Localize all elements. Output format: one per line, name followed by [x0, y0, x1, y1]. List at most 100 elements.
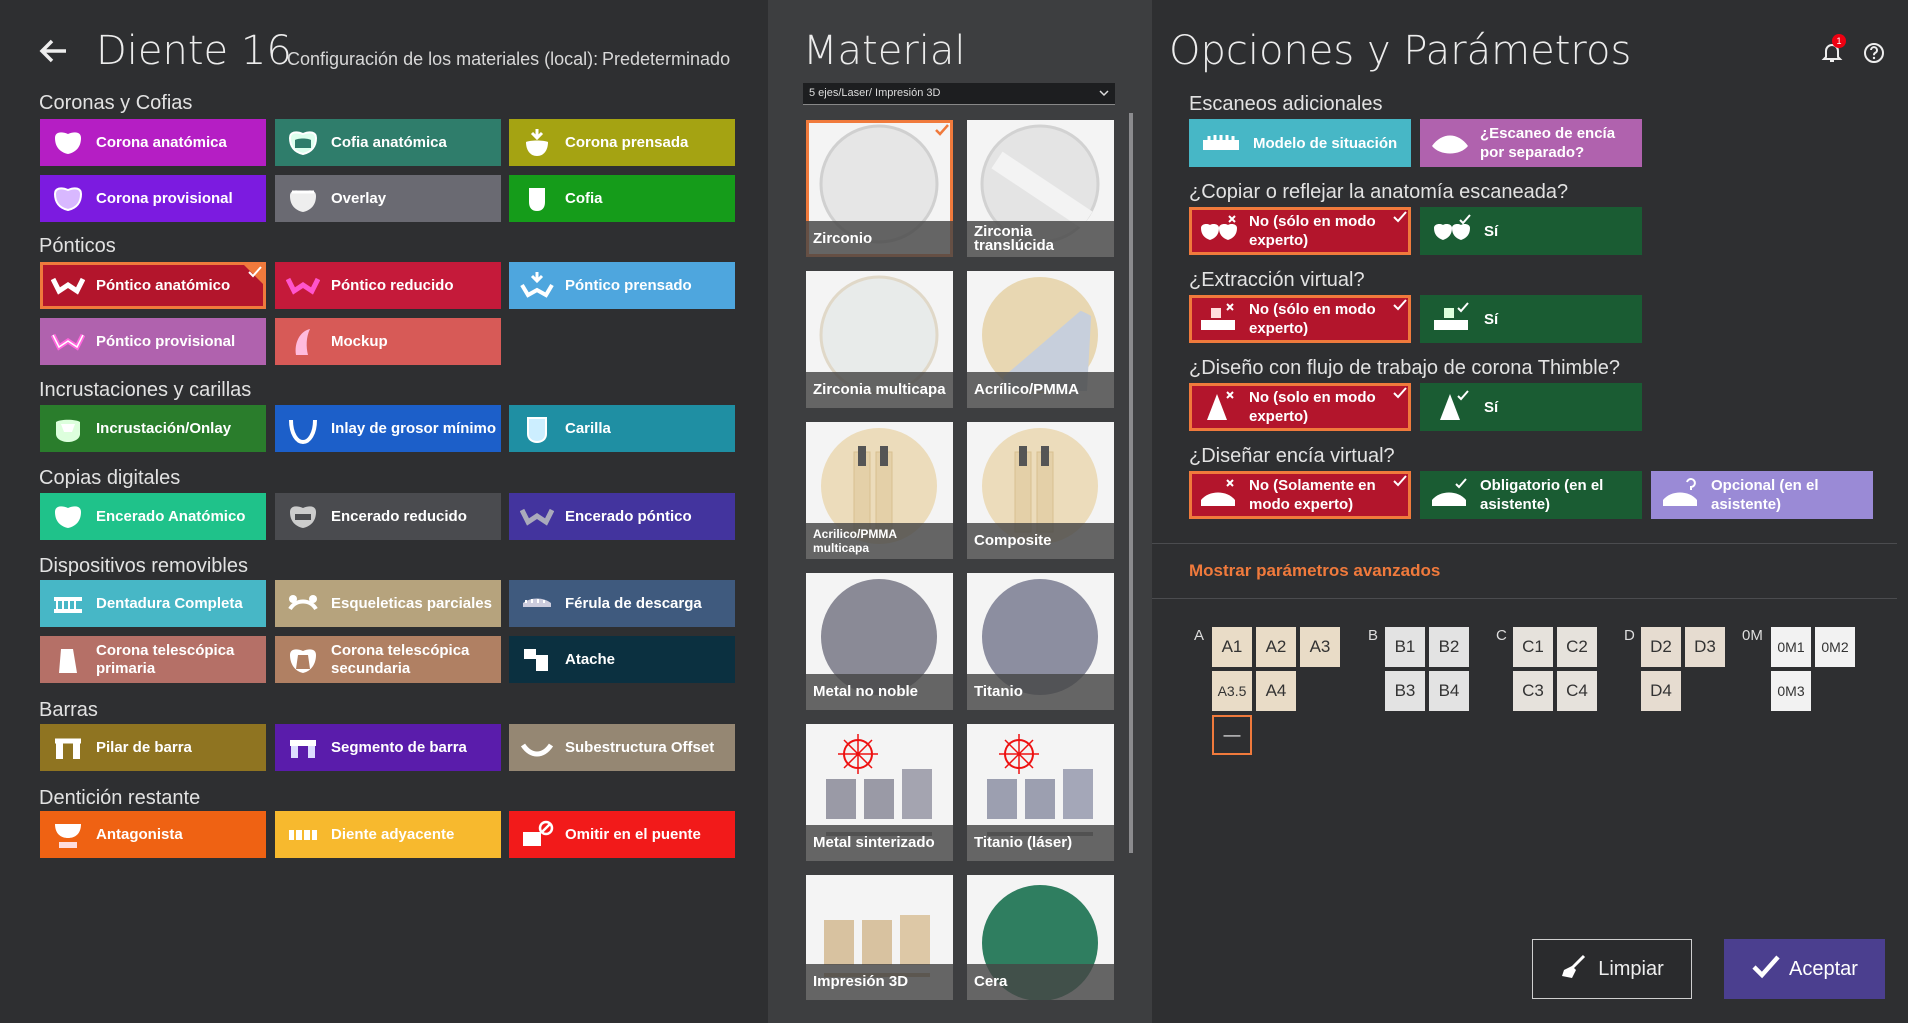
btn-pontico-reducido[interactable]: Póntico reducido [275, 262, 501, 309]
telescopic-primary-icon [48, 643, 88, 677]
shade-a3[interactable]: A3 [1300, 627, 1340, 667]
btn-incrustacion-onlay[interactable]: Incrustación/Onlay [40, 405, 266, 452]
btn-encerado-pontico[interactable]: Encerado póntico [509, 493, 735, 540]
shade-a2[interactable]: A2 [1256, 627, 1296, 667]
shade-0m1[interactable]: 0M1 [1771, 627, 1811, 667]
btn-pontico-prensado[interactable]: Póntico prensado [509, 262, 735, 309]
shade-group-d: D [1624, 627, 1635, 644]
shade-d4[interactable]: D4 [1641, 671, 1681, 711]
section-ponticos: Pónticos [39, 235, 116, 257]
accept-button[interactable]: Aceptar [1724, 939, 1885, 999]
shade-c2[interactable]: C2 [1557, 627, 1597, 667]
shade-b4[interactable]: B4 [1429, 671, 1469, 711]
tile-impresion-3d[interactable]: Impresión 3D [806, 875, 953, 1000]
back-arrow-icon[interactable] [36, 34, 70, 68]
adjacent-tooth-icon [283, 818, 323, 852]
tile-titanio-laser[interactable]: Titanio (láser) [967, 724, 1114, 861]
scrollbar[interactable] [1129, 113, 1133, 853]
btn-gingiva-obligatorio[interactable]: Obligatorio (en el asistente) [1420, 471, 1642, 519]
btn-segmento-barra[interactable]: Segmento de barra [275, 724, 501, 771]
btn-pontico-provisional[interactable]: Póntico provisional [40, 318, 266, 365]
btn-overlay[interactable]: Overlay [275, 175, 501, 222]
btn-gingiva-no[interactable]: No (Solamente en modo experto) [1189, 471, 1411, 519]
btn-antagonista[interactable]: Antagonista [40, 811, 266, 858]
tile-titanio[interactable]: Titanio [967, 573, 1114, 710]
left-panel: Diente 16 Configuración de los materiale… [0, 0, 768, 1023]
partial-framework-icon [283, 587, 323, 621]
shade-b1[interactable]: B1 [1385, 627, 1425, 667]
btn-inlay-grosor-minimo[interactable]: Inlay de grosor mínimo [275, 405, 501, 452]
shade-a35[interactable]: A3.5 [1212, 671, 1252, 711]
btn-corona-anatomica[interactable]: Corona anatómica [40, 119, 266, 166]
tile-zirconio[interactable]: Zirconio [806, 120, 953, 257]
btn-encerado-anatomico[interactable]: Encerado Anatómico [40, 493, 266, 540]
btn-cofia-anatomica[interactable]: Cofia anatómica [275, 119, 501, 166]
btn-encerado-reducido[interactable]: Encerado reducido [275, 493, 501, 540]
bell-icon[interactable]: 1 [1820, 34, 1846, 69]
extract-yes-icon [1428, 299, 1476, 339]
help-icon[interactable] [1863, 42, 1885, 69]
btn-ferula-descarga[interactable]: Férula de descarga [509, 580, 735, 627]
material-title: Material [803, 28, 966, 74]
btn-pontico-anatomico[interactable]: Póntico anatómico [40, 262, 266, 309]
btn-corona-telescopica-secundaria[interactable]: Corona telescópica secundaria [275, 636, 501, 683]
btn-escaneo-encia[interactable]: ¿Escaneo de encía por separado? [1420, 119, 1642, 167]
q-gingiva: ¿Diseñar encía virtual? [1189, 445, 1395, 467]
btn-mockup[interactable]: Mockup [275, 318, 501, 365]
btn-corona-prensada[interactable]: Corona prensada [509, 119, 735, 166]
reduced-pontic-icon [283, 269, 323, 303]
selected-check-icon [1393, 211, 1407, 223]
shade-c3[interactable]: C3 [1513, 671, 1553, 711]
btn-modelo-situacion[interactable]: Modelo de situación [1189, 119, 1411, 167]
tile-composite[interactable]: Composite [967, 422, 1114, 559]
mockup-icon [283, 325, 323, 359]
shade-0m3[interactable]: 0M3 [1771, 671, 1811, 711]
btn-thimble-yes[interactable]: Sí [1420, 383, 1642, 431]
btn-copy-yes[interactable]: Sí [1420, 207, 1642, 255]
btn-extract-no[interactable]: No (sólo en modo experto) [1189, 295, 1411, 343]
shade-a1[interactable]: A1 [1212, 627, 1252, 667]
btn-gingiva-opcional[interactable]: Opcional (en el asistente) [1651, 471, 1873, 519]
shade-d2[interactable]: D2 [1641, 627, 1681, 667]
btn-subestructura-offset[interactable]: Subestructura Offset [509, 724, 735, 771]
tile-acrilico-pmma[interactable]: Acrílico/PMMA [967, 271, 1114, 408]
shade-0m2[interactable]: 0M2 [1815, 627, 1855, 667]
btn-diente-adyacente[interactable]: Diente adyacente [275, 811, 501, 858]
divider [1152, 543, 1897, 544]
gingiva-scan-icon [1428, 123, 1472, 163]
material-select[interactable]: 5 ejes/Laser/ Impresión 3D [803, 83, 1115, 105]
shade-b3[interactable]: B3 [1385, 671, 1425, 711]
btn-copy-no[interactable]: No (sólo en modo experto) [1189, 207, 1411, 255]
advanced-params-link[interactable]: Mostrar parámetros avanzados [1189, 561, 1440, 581]
config-value[interactable]: Predeterminado [602, 49, 730, 70]
btn-corona-telescopica-primaria[interactable]: Corona telescópica primaria [40, 636, 266, 683]
shade-a4[interactable]: A4 [1256, 671, 1296, 711]
shade-none[interactable]: — [1212, 715, 1252, 755]
clear-button[interactable]: Limpiar [1532, 939, 1692, 999]
btn-extract-yes[interactable]: Sí [1420, 295, 1642, 343]
shade-c1[interactable]: C1 [1513, 627, 1553, 667]
btn-esqueleticas-parciales[interactable]: Esqueleticas parciales [275, 580, 501, 627]
btn-cofia[interactable]: Cofia [509, 175, 735, 222]
tile-cera[interactable]: Cera [967, 875, 1114, 1000]
btn-omitir-puente[interactable]: Omitir en el puente [509, 811, 735, 858]
tile-zirconia-multicapa[interactable]: Zirconia multicapa [806, 271, 953, 408]
tile-metal-no-noble[interactable]: Metal no noble [806, 573, 953, 710]
selected-check-icon [1393, 475, 1407, 487]
crown-icon [48, 126, 88, 160]
btn-pilar-barra[interactable]: Pilar de barra [40, 724, 266, 771]
shade-b2[interactable]: B2 [1429, 627, 1469, 667]
btn-carilla[interactable]: Carilla [509, 405, 735, 452]
shade-c4[interactable]: C4 [1557, 671, 1597, 711]
tile-metal-sinterizado[interactable]: Metal sinterizado [806, 724, 953, 861]
btn-atache[interactable]: Atache [509, 636, 735, 683]
btn-thimble-no[interactable]: No (solo en modo experto) [1189, 383, 1411, 431]
shade-d3[interactable]: D3 [1685, 627, 1725, 667]
btn-corona-provisional[interactable]: Corona provisional [40, 175, 266, 222]
tile-zirconia-translucida[interactable]: Zirconia translúcida [967, 120, 1114, 257]
section-barras: Barras [39, 699, 98, 721]
tile-acrilico-pmma-multicapa[interactable]: Acrilico/PMMA multicapa [806, 422, 953, 559]
btn-dentadura-completa[interactable]: Dentadura Completa [40, 580, 266, 627]
selected-check-icon [935, 124, 949, 136]
chevron-down-icon [1098, 86, 1110, 104]
